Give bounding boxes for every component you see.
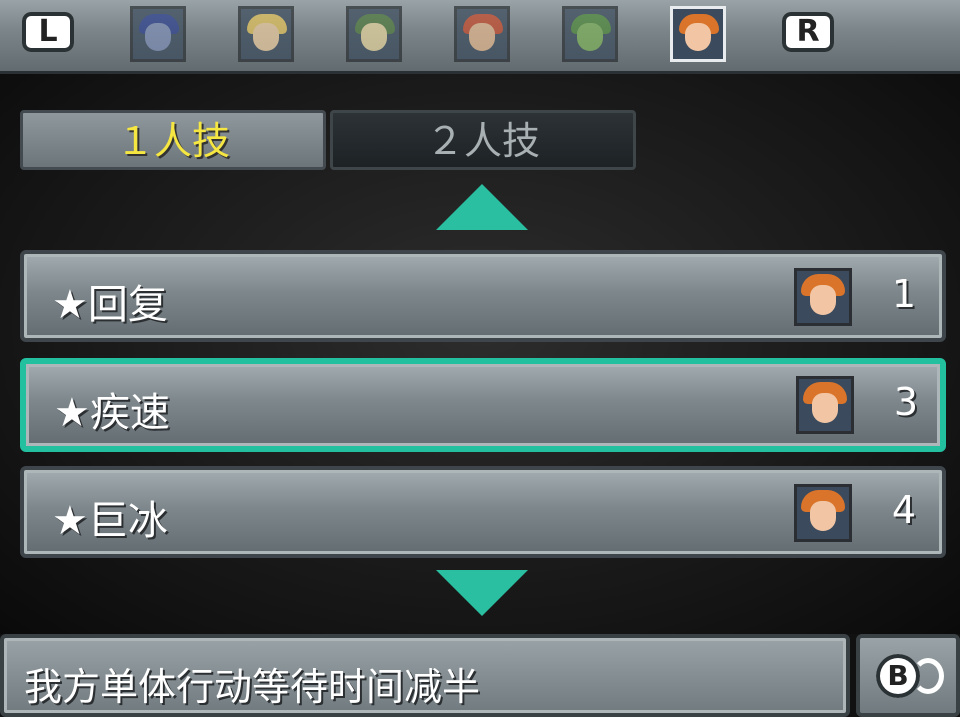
character-portrait-crono[interactable]	[454, 6, 510, 62]
tech-menu-panel: １人技 ２人技 ★回复 1 ★疾速 3 ★巨冰 4	[0, 74, 960, 634]
skill-name: ★回复	[52, 282, 168, 328]
character-portrait-magus[interactable]	[130, 6, 186, 62]
marle-mini-portrait-icon	[794, 268, 852, 326]
scroll-up-arrow-icon[interactable]	[436, 184, 528, 230]
skill-row-haste[interactable]: ★疾速 3	[20, 358, 946, 452]
l-shoulder-button[interactable]: L	[22, 12, 74, 52]
marle-mini-portrait-icon	[794, 484, 852, 542]
skill-row-ice2[interactable]: ★巨冰 4	[20, 466, 946, 558]
skill-cost: 1	[891, 272, 916, 316]
character-portrait-robo[interactable]	[346, 6, 402, 62]
character-portrait-marle[interactable]	[670, 6, 726, 62]
skill-cost: 4	[891, 488, 916, 532]
skill-cost: 3	[893, 380, 918, 424]
skill-name: ★巨冰	[52, 498, 168, 544]
skill-row-heal[interactable]: ★回复 1	[20, 250, 946, 342]
scroll-down-arrow-icon[interactable]	[436, 570, 528, 616]
return-arrow-icon	[912, 658, 944, 694]
skill-description: 我方单体行动等待时间减半	[24, 665, 481, 709]
character-portrait-frog[interactable]	[562, 6, 618, 62]
marle-mini-portrait-icon	[796, 376, 854, 434]
description-bar: 我方单体行动等待时间减半	[0, 634, 850, 717]
tab-single-tech[interactable]: １人技	[20, 110, 326, 170]
back-button[interactable]: B	[856, 634, 960, 717]
character-select-bar: L R	[0, 0, 960, 74]
tab-double-tech[interactable]: ２人技	[330, 110, 636, 170]
character-portrait-ayla[interactable]	[238, 6, 294, 62]
skill-name: ★疾速	[54, 390, 170, 436]
r-shoulder-button[interactable]: R	[782, 12, 834, 52]
